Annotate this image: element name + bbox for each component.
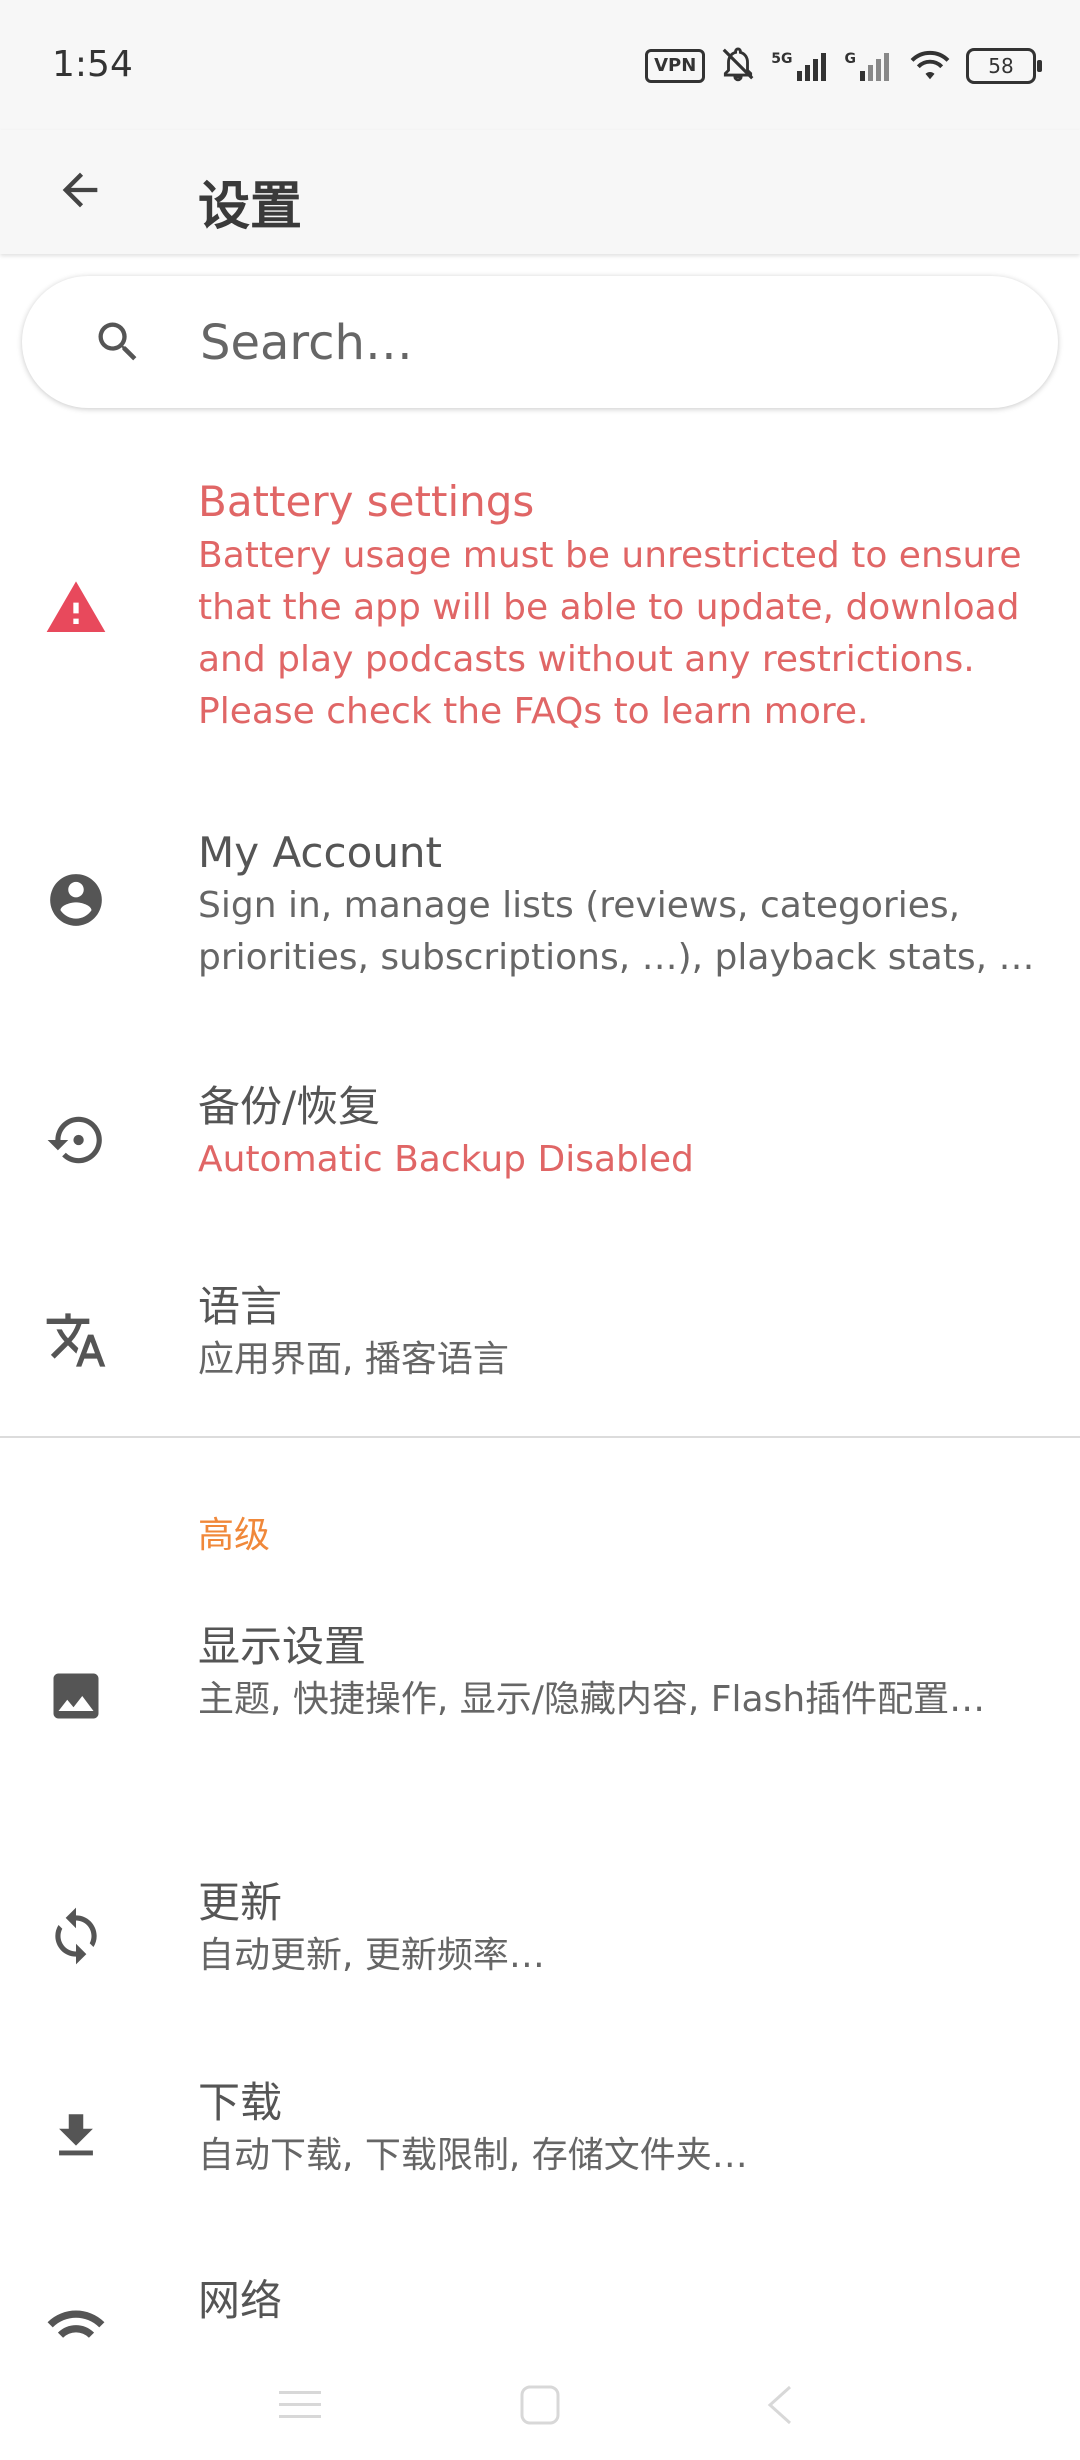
display-settings-text: 显示设置 主题, 快捷操作, 显示/隐藏内容, Flash插件配置… — [198, 1620, 1040, 1726]
section-divider — [0, 1436, 1080, 1438]
download-icon — [40, 2100, 112, 2172]
display-settings-subtitle: 主题, 快捷操作, 显示/隐藏内容, Flash插件配置… — [198, 1679, 986, 1720]
download-subtitle: 自动下载, 下载限制, 存储文件夹… — [198, 2135, 748, 2176]
nav-menu-button[interactable] — [265, 2372, 335, 2442]
signal-5g-icon: 5G — [771, 51, 830, 81]
home-square-icon — [518, 2383, 562, 2431]
battery-settings-row[interactable]: Battery settings Battery usage must be u… — [0, 470, 1080, 750]
account-circle-icon — [40, 864, 112, 936]
download-title: 下载 — [198, 2078, 283, 2127]
backup-restore-subtitle: Automatic Backup Disabled — [198, 1139, 694, 1180]
status-bar: 1:54 VPN 5G G 58 — [0, 0, 1080, 130]
update-text: 更新 自动更新, 更新频率… — [198, 1876, 1040, 1982]
backup-restore-row[interactable]: 备份/恢复 Automatic Backup Disabled — [0, 1080, 1080, 1200]
image-icon — [40, 1660, 112, 1732]
battery-icon: 58 — [966, 48, 1042, 84]
battery-settings-title: Battery settings — [198, 477, 535, 526]
display-settings-row[interactable]: 显示设置 主题, 快捷操作, 显示/隐藏内容, Flash插件配置… — [0, 1620, 1080, 1790]
download-row[interactable]: 下载 自动下载, 下载限制, 存储文件夹… — [0, 2076, 1080, 2196]
arrow-back-icon — [54, 164, 106, 220]
backup-restore-title: 备份/恢复 — [198, 1082, 381, 1131]
update-subtitle: 自动更新, 更新频率… — [198, 1935, 545, 1976]
network-text: 网络 — [198, 2274, 1040, 2328]
my-account-subtitle: Sign in, manage lists (reviews, categori… — [198, 885, 1035, 978]
network-title: 网络 — [198, 2276, 283, 2325]
search-bar[interactable] — [22, 276, 1058, 408]
signal-g-label: G — [844, 51, 857, 67]
signal-g-icon: G — [845, 51, 895, 81]
nav-back-button[interactable] — [745, 2372, 815, 2442]
language-title: 语言 — [198, 1282, 283, 1331]
wifi-status-icon — [908, 46, 952, 86]
my-account-text: My Account Sign in, manage lists (review… — [198, 826, 1040, 984]
language-subtitle: 应用界面, 播客语言 — [198, 1339, 509, 1380]
update-row[interactable]: 更新 自动更新, 更新频率… — [0, 1876, 1080, 1996]
warning-icon — [40, 572, 112, 644]
nav-home-button[interactable] — [505, 2372, 575, 2442]
menu-icon — [277, 2385, 323, 2429]
app-bar: 设置 — [0, 130, 1080, 254]
network-row[interactable]: 网络 — [0, 2274, 1080, 2354]
my-account-title: My Account — [198, 828, 443, 877]
page-title: 设置 — [198, 177, 303, 237]
translate-icon — [40, 1304, 112, 1376]
battery-settings-text: Battery settings Battery usage must be u… — [198, 474, 1040, 738]
status-icons: VPN 5G G 58 — [645, 44, 1042, 88]
notifications-off-icon — [719, 45, 757, 87]
download-text: 下载 自动下载, 下载限制, 存储文件夹… — [198, 2076, 1040, 2182]
display-settings-title: 显示设置 — [198, 1622, 367, 1671]
vpn-icon: VPN — [645, 49, 706, 83]
update-title: 更新 — [198, 1878, 283, 1927]
chevron-left-icon — [762, 2383, 798, 2431]
signal-5g-label: 5G — [771, 51, 793, 67]
search-icon — [92, 316, 144, 368]
restore-icon — [40, 1104, 112, 1176]
language-row[interactable]: 语言 应用界面, 播客语言 — [0, 1280, 1080, 1400]
sync-icon — [40, 1900, 112, 1972]
search-input[interactable] — [198, 306, 1022, 380]
back-button[interactable] — [44, 156, 116, 228]
status-time: 1:54 — [52, 44, 133, 85]
language-text: 语言 应用界面, 播客语言 — [198, 1280, 1040, 1386]
battery-settings-subtitle: Battery usage must be unrestricted to en… — [198, 535, 1022, 732]
system-nav-bar — [0, 2350, 1080, 2460]
my-account-row[interactable]: My Account Sign in, manage lists (review… — [0, 826, 1080, 996]
backup-restore-text: 备份/恢复 Automatic Backup Disabled — [198, 1080, 1040, 1186]
advanced-section-header: 高级 — [198, 1515, 271, 1556]
